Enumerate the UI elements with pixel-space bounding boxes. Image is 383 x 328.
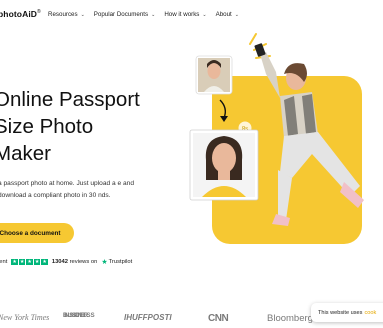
top-navigation: photoAiD® Resources ⌄ Popular Documents … bbox=[0, 0, 383, 30]
menu-item-popular-documents[interactable]: Popular Documents ⌄ bbox=[94, 11, 156, 18]
cookie-text: This website uses bbox=[318, 309, 363, 316]
press-logo-nyt: New York Times bbox=[0, 313, 50, 322]
trustpilot-star-icon: ★ bbox=[101, 259, 108, 266]
star-icon: ★ bbox=[18, 258, 26, 266]
menu-item-label: Resources bbox=[48, 11, 78, 18]
hero-title-line: Online Passport bbox=[0, 88, 140, 111]
trustpilot-logo: ★ Trustpilot bbox=[101, 258, 132, 266]
press-logo-cnn: CNN bbox=[208, 313, 229, 324]
rating-label: lent bbox=[0, 259, 8, 265]
menu-item-label: About bbox=[215, 11, 232, 18]
menu-item-about[interactable]: About ⌄ bbox=[216, 11, 239, 18]
chevron-down-icon: ⌄ bbox=[234, 11, 239, 18]
rating-stars: ★ ★ ★ ★ ★ bbox=[11, 258, 48, 266]
choose-document-button[interactable]: Choose a document bbox=[0, 223, 74, 243]
brand-logo[interactable]: photoAiD® bbox=[0, 9, 41, 19]
hero-illustration-svg: 8s bbox=[189, 33, 364, 244]
review-count-number: 13042 bbox=[51, 259, 68, 265]
review-count: 13042 reviews on bbox=[52, 259, 97, 265]
menu-item-label: Popular Documents bbox=[93, 11, 149, 18]
cookie-banner: This website uses cook bbox=[311, 303, 383, 322]
passport-photo-result bbox=[189, 129, 259, 201]
press-logo-huffpost: IHUFFPOSTI bbox=[124, 313, 172, 322]
logo-registered-mark: ® bbox=[37, 9, 41, 16]
chevron-down-icon: ⌄ bbox=[80, 11, 85, 18]
hero-title-line: Maker bbox=[0, 142, 51, 165]
chevron-down-icon: ⌄ bbox=[202, 11, 207, 18]
press-logo-text: INSIDER bbox=[63, 312, 89, 319]
trustpilot-rating[interactable]: lent ★ ★ ★ ★ ★ 13042 reviews on ★ Trustp… bbox=[0, 258, 132, 266]
hero-title-line: Size Photo bbox=[0, 115, 94, 138]
hero-title: Online Passport Size Photo Maker bbox=[0, 86, 140, 167]
cookie-link[interactable]: cook bbox=[364, 310, 376, 316]
star-icon: ★ bbox=[41, 258, 48, 266]
star-icon: ★ bbox=[33, 258, 41, 266]
hero-description: a passport photo at home. Just upload a … bbox=[0, 180, 134, 199]
star-icon: ★ bbox=[26, 258, 33, 266]
chevron-down-icon: ⌄ bbox=[151, 11, 156, 18]
menu-item-how-it-works[interactable]: How it works ⌄ bbox=[164, 11, 206, 18]
trustpilot-name: Trustpilot bbox=[108, 259, 133, 265]
star-icon: ★ bbox=[11, 258, 18, 266]
review-count-text: reviews on bbox=[69, 259, 98, 265]
logo-text: photoAiD bbox=[0, 9, 38, 19]
menu-item-resources[interactable]: Resources ⌄ bbox=[48, 11, 85, 18]
main-menu: Resources ⌄ Popular Documents ⌄ How it w… bbox=[48, 11, 239, 18]
hero-illustration: 8s bbox=[184, 30, 383, 255]
menu-item-label: How it works bbox=[164, 11, 200, 18]
source-photo-thumbnail bbox=[195, 55, 233, 95]
press-logo-bloomberg: Bloomberg bbox=[267, 313, 313, 324]
